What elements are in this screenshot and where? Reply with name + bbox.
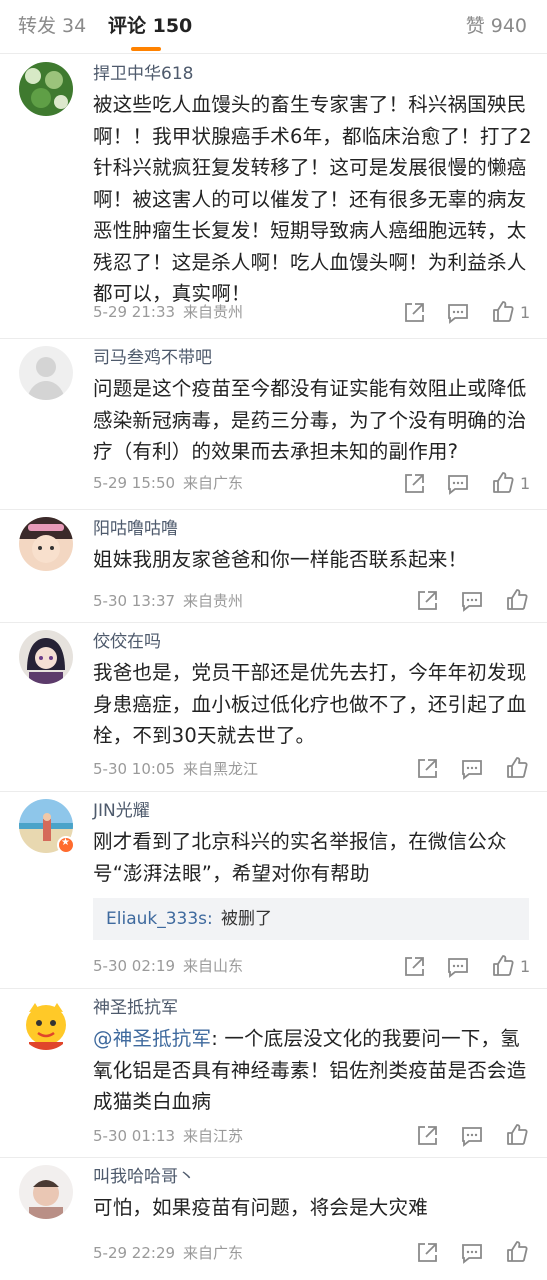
share-icon[interactable] [402, 301, 426, 325]
timestamp: 5-30 13:37 [93, 592, 176, 610]
comment-icon[interactable] [446, 955, 470, 979]
comment-item: JIN光耀 刚才看到了北京科兴的实名举报信，在微信公众号“澎湃法眼”，希望对你有… [0, 793, 547, 989]
username[interactable]: 司马叁鸡不带吧 [93, 346, 212, 370]
avatar[interactable] [19, 630, 73, 684]
share-icon[interactable] [415, 1241, 439, 1265]
comment-item: 阳咕噜咕噜 姐妹我朋友家爸爸和你一样能否联系起来！ 5-30 13:37 来自贵州 [0, 511, 547, 623]
timestamp: 5-30 02:19 [93, 957, 176, 975]
location: 来自广东 [183, 474, 244, 492]
timestamp: 5-29 22:29 [93, 1244, 176, 1262]
comment-item: 司马叁鸡不带吧 问题是这个疫苗至今都没有证实能有效阻止或降低感染新冠病毒，是药三… [0, 340, 547, 510]
thumbs-up-icon[interactable] [491, 300, 515, 324]
username[interactable]: 佼佼在吗 [93, 630, 161, 654]
comment-text: 被这些吃人血馒头的畜生专家害了！科兴祸国殃民啊！！我甲状腺癌手术6年，都临床治愈… [93, 93, 532, 305]
avatar[interactable] [19, 517, 73, 571]
comment-icon[interactable] [460, 1241, 484, 1265]
thumbs-up-icon[interactable] [505, 588, 529, 612]
avatar[interactable] [19, 996, 73, 1050]
like-count: 1 [520, 474, 531, 493]
comment-meta: 5-29 22:29 来自广东 [93, 1243, 243, 1263]
comment-text: 姐妹我朋友家爸爸和你一样能否联系起来！ [93, 548, 468, 571]
comment-meta: 5-30 01:13 来自江苏 [93, 1126, 243, 1146]
timestamp: 5-30 10:05 [93, 760, 176, 778]
thumbs-up-icon[interactable] [505, 1240, 529, 1264]
username[interactable]: 阳咕噜咕噜 [93, 517, 178, 541]
active-tab-indicator [131, 47, 161, 51]
location: 来自广东 [183, 1244, 244, 1262]
share-icon[interactable] [415, 589, 439, 613]
share-icon[interactable] [402, 472, 426, 496]
comment-icon[interactable] [446, 472, 470, 496]
comment-meta: 5-30 13:37 来自贵州 [93, 591, 243, 611]
comment-meta: 5-29 15:50 来自广东 [93, 473, 243, 493]
comment-icon[interactable] [460, 589, 484, 613]
tab-likes[interactable]: 赞 940 [466, 12, 527, 40]
username[interactable]: 神圣抵抗军 [93, 996, 178, 1020]
timestamp: 5-30 01:13 [93, 1127, 176, 1145]
tab-comments[interactable]: 评论 150 [108, 12, 192, 40]
comment-item: 叫我哈哈哥丶 可怕，如果疫苗有问题，将会是大灾难 5-29 22:29 来自广东 [0, 1159, 547, 1280]
username[interactable]: 叫我哈哈哥丶 [93, 1165, 195, 1189]
comment-text: 问题是这个疫苗至今都没有证实能有效阻止或降低感染新冠病毒，是药三分毒，为了个没有… [93, 377, 527, 463]
comment-item: 佼佼在吗 我爸也是，党员干部还是优先去打，今年年初发现身患癌症，血小板过低化疗也… [0, 624, 547, 792]
avatar[interactable] [19, 1165, 73, 1219]
avatar[interactable] [19, 346, 73, 400]
thumbs-up-icon[interactable] [505, 756, 529, 780]
comment-icon[interactable] [446, 301, 470, 325]
comment-icon[interactable] [460, 757, 484, 781]
verified-badge-icon [57, 836, 75, 854]
like-count: 1 [520, 303, 531, 322]
thumbs-up-icon[interactable] [505, 1123, 529, 1147]
comment-icon[interactable] [460, 1124, 484, 1148]
comment-text: 我爸也是，党员干部还是优先去打，今年年初发现身患癌症，血小板过低化疗也做不了，还… [93, 661, 527, 747]
thumbs-up-icon[interactable] [491, 471, 515, 495]
comment-meta: 5-29 21:33 来自贵州 [93, 302, 243, 322]
location: 来自山东 [183, 957, 244, 975]
location: 来自贵州 [183, 592, 244, 610]
comment-text: 刚才看到了北京科兴的实名举报信，在微信公众号“澎湃法眼”，希望对你有帮助 [93, 830, 507, 885]
username[interactable]: 捍卫中华618 [93, 62, 193, 86]
tab-repost[interactable]: 转发 34 [18, 12, 86, 40]
location: 来自江苏 [183, 1127, 244, 1145]
reply-preview[interactable]: Eliauk_333s: 被删了 [93, 898, 529, 940]
mention-link[interactable]: @神圣抵抗军 [93, 1027, 211, 1050]
comment-meta: 5-30 02:19 来自山东 [93, 956, 243, 976]
comment-tabs: 转发 34 评论 150 赞 940 [0, 0, 547, 54]
comment-meta: 5-30 10:05 来自黑龙江 [93, 759, 258, 779]
comment-text: 可怕，如果疫苗有问题，将会是大灾难 [93, 1196, 428, 1219]
comment-text: @神圣抵抗军: 一个底层没文化的我要问一下，氢氧化铝是否具有神经毒素！铝佐剂类疫… [93, 1023, 533, 1118]
thumbs-up-icon[interactable] [491, 954, 515, 978]
comment-item: 捍卫中华618 被这些吃人血馒头的畜生专家害了！科兴祸国殃民啊！！我甲状腺癌手术… [0, 56, 547, 339]
username[interactable]: JIN光耀 [93, 799, 150, 823]
share-icon[interactable] [415, 1124, 439, 1148]
avatar[interactable] [19, 62, 73, 116]
timestamp: 5-29 15:50 [93, 474, 176, 492]
share-icon[interactable] [415, 757, 439, 781]
reply-username[interactable]: Eliauk_333s: [106, 907, 213, 931]
reply-text: 被删了 [221, 909, 272, 929]
location: 来自黑龙江 [183, 760, 259, 778]
share-icon[interactable] [402, 955, 426, 979]
timestamp: 5-29 21:33 [93, 303, 176, 321]
like-count: 1 [520, 957, 531, 976]
location: 来自贵州 [183, 303, 244, 321]
comment-item: 神圣抵抗军 @神圣抵抗军: 一个底层没文化的我要问一下，氢氧化铝是否具有神经毒素… [0, 990, 547, 1158]
